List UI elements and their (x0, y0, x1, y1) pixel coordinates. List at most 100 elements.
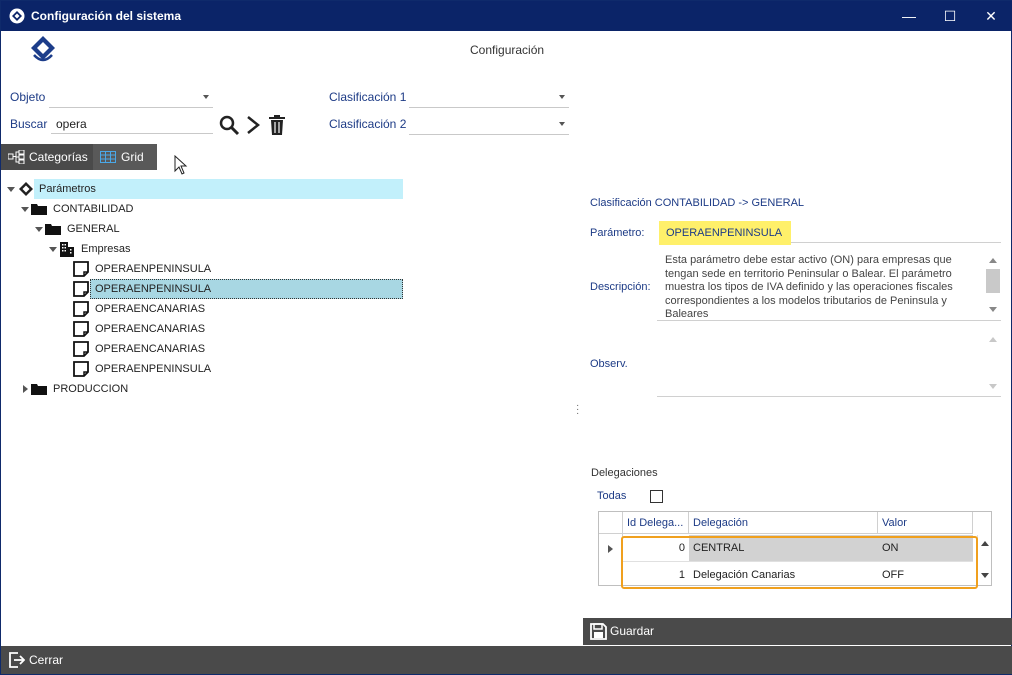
mouse-cursor-icon (174, 155, 188, 175)
document-icon (73, 321, 89, 337)
title-bar: Configuración del sistema — ☐ ✕ (1, 1, 1012, 31)
company-logo-icon (31, 36, 55, 62)
folder-icon (45, 224, 61, 235)
splitter-handle[interactable]: · · · (576, 401, 579, 419)
tab-categorias[interactable]: Categorías (1, 144, 93, 170)
parametro-value: OPERAENPENINSULA (659, 221, 791, 245)
grid-icon (100, 151, 116, 163)
document-icon (73, 341, 89, 357)
observ-label: Observ. (590, 358, 628, 370)
parametro-underline (791, 242, 1001, 243)
view-tabbar: Categorías Grid (1, 144, 157, 170)
tree-label: Parámetros (39, 183, 96, 195)
tree-label: OPERAENPENINSULA (95, 283, 212, 295)
exit-icon (9, 652, 25, 668)
highlight-box (621, 536, 978, 589)
save-label: Guardar (610, 624, 655, 638)
tree-label: OPERAENPENINSULA (95, 363, 212, 375)
tree-label: CONTABILIDAD (53, 203, 134, 215)
tree-node-produccion[interactable]: PRODUCCION (1, 379, 403, 399)
folder-icon (31, 204, 47, 215)
grid-scrollbar[interactable] (977, 535, 991, 585)
window-title: Configuración del sistema (31, 9, 182, 23)
config-window: Configuración del sistema — ☐ ✕ Configur… (0, 0, 1012, 675)
tree-label: GENERAL (67, 223, 120, 235)
tree-node-general[interactable]: GENERAL (1, 219, 403, 239)
scroll-up-icon[interactable] (981, 541, 989, 546)
tree-leaf[interactable]: OPERAENPENINSULA (1, 259, 403, 279)
column-header-id[interactable]: Id Delega... (623, 512, 689, 534)
tree-leaf[interactable]: OPERAENCANARIAS (1, 339, 403, 359)
trash-icon[interactable] (266, 113, 288, 137)
folder-icon (31, 384, 47, 395)
grid-row-selector[interactable] (599, 534, 623, 586)
clasificacion-path: Clasificación CONTABILIDAD -> GENERAL (590, 197, 805, 209)
current-row-arrow-icon (608, 545, 613, 553)
search-input[interactable] (51, 114, 213, 134)
building-icon (60, 242, 74, 257)
tree-node-parametros[interactable]: Parámetros (1, 179, 403, 199)
grid-row-header-corner (599, 512, 623, 534)
collapse-arrow-icon[interactable] (21, 207, 29, 212)
tree-node-empresas[interactable]: Empresas (1, 239, 403, 259)
close-window-button[interactable]: ✕ (969, 1, 1012, 31)
minimize-button[interactable]: — (887, 1, 931, 31)
descripcion-scrollbar[interactable] (986, 255, 1000, 317)
tree-node-contabilidad[interactable]: CONTABILIDAD (1, 199, 403, 219)
scroll-up-icon[interactable] (989, 337, 997, 342)
column-header-valor[interactable]: Valor (878, 512, 973, 534)
tree-leaf[interactable]: OPERAENCANARIAS (1, 299, 403, 319)
tab-grid[interactable]: Grid (93, 144, 157, 170)
scroll-up-icon[interactable] (989, 258, 997, 263)
clasificacion1-label: Clasificación 1 (329, 90, 407, 104)
expand-arrow-icon[interactable] (23, 385, 28, 393)
save-button[interactable]: Guardar (583, 618, 1012, 645)
tree-leaf-selected[interactable]: OPERAENPENINSULA (1, 279, 403, 299)
tree-label: PRODUCCION (53, 383, 129, 395)
observ-scrollbar[interactable] (986, 334, 1000, 392)
close-button[interactable]: Cerrar (1, 646, 1012, 674)
objeto-combo[interactable] (49, 88, 213, 108)
page-title: Configuración (470, 43, 545, 57)
tree-leaf[interactable]: OPERAENPENINSULA (1, 359, 403, 379)
tree-label: OPERAENPENINSULA (95, 263, 212, 275)
document-icon (73, 361, 89, 377)
observ-underline (657, 396, 1001, 397)
tree-leaf[interactable]: OPERAENCANARIAS (1, 319, 403, 339)
tree-label: OPERAENCANARIAS (95, 303, 206, 315)
column-header-delegacion[interactable]: Delegación (689, 512, 878, 534)
save-icon (590, 623, 607, 640)
todas-label: Todas (597, 490, 627, 502)
tree-label: Empresas (81, 243, 131, 255)
observ-textarea[interactable] (665, 331, 983, 393)
tree-label: OPERAENCANARIAS (95, 323, 206, 335)
chevron-down-icon (559, 122, 565, 126)
app-logo-icon (9, 8, 25, 24)
scroll-down-icon[interactable] (989, 384, 997, 389)
collapse-arrow-icon[interactable] (7, 187, 15, 192)
maximize-button[interactable]: ☐ (928, 1, 972, 31)
chevron-down-icon (203, 95, 209, 99)
tab-grid-label: Grid (121, 150, 144, 164)
chevron-down-icon (559, 95, 565, 99)
todas-checkbox[interactable] (650, 490, 663, 503)
descripcion-textarea[interactable]: Esta parámetro debe estar activo (ON) pa… (665, 254, 983, 320)
descripcion-underline (657, 320, 1001, 321)
collapse-arrow-icon[interactable] (35, 227, 43, 232)
scroll-down-icon[interactable] (981, 573, 989, 578)
clasificacion1-combo[interactable] (409, 88, 569, 108)
hierarchy-icon (8, 150, 25, 164)
chevron-right-icon[interactable] (242, 113, 264, 137)
search-icon[interactable] (218, 113, 240, 137)
descripcion-label: Descripción: (590, 281, 651, 293)
close-label: Cerrar (29, 653, 64, 667)
document-icon (73, 261, 89, 277)
scroll-down-icon[interactable] (989, 307, 997, 312)
parametros-logo-icon (19, 182, 33, 196)
tab-categorias-label: Categorías (29, 150, 88, 164)
clasificacion2-combo[interactable] (409, 115, 569, 135)
collapse-arrow-icon[interactable] (49, 247, 57, 252)
tree-label: OPERAENCANARIAS (95, 343, 206, 355)
scroll-thumb[interactable] (986, 269, 1000, 293)
parametro-label: Parámetro: (590, 227, 645, 239)
